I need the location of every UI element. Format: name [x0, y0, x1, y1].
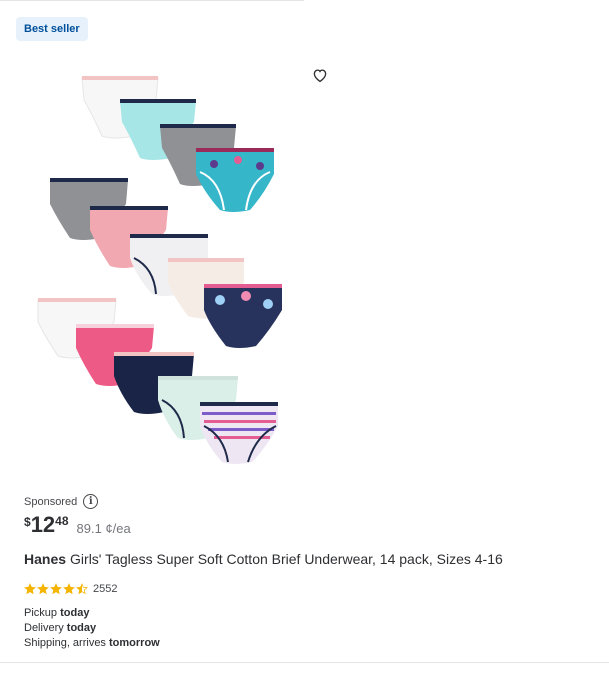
star-icon: [63, 583, 75, 595]
product-name: Girls' Tagless Super Soft Cotton Brief U…: [70, 551, 503, 567]
currency-symbol: $: [24, 515, 31, 529]
sponsored-label: Sponsored: [24, 495, 78, 508]
review-count: 2552: [93, 583, 118, 595]
star-icon: [76, 583, 88, 595]
brief-teal-print: [196, 148, 274, 212]
sponsored-row: Sponsored i: [24, 494, 99, 509]
bottom-divider: [0, 662, 609, 663]
price-whole: 12: [30, 512, 56, 537]
star-rating: [24, 583, 88, 595]
fulfillment-info: Pickup today Delivery today Shipping, ar…: [24, 606, 160, 651]
product-title[interactable]: Hanes Girls' Tagless Super Soft Cotton Br…: [24, 551, 503, 567]
star-icon: [24, 583, 36, 595]
heart-outline-icon[interactable]: [311, 66, 329, 84]
unit-price: 89.1 ¢/ea: [76, 521, 131, 536]
brief-striped: [200, 402, 278, 464]
price: $ 12 48 89.1 ¢/ea: [24, 512, 131, 538]
rating-row: 2552: [24, 583, 117, 595]
info-icon[interactable]: i: [83, 494, 99, 509]
pickup-line: Pickup today: [24, 607, 90, 619]
brief-navy-print: [204, 284, 282, 348]
product-image[interactable]: [24, 64, 294, 474]
top-divider: [0, 0, 304, 1]
best-seller-badge: Best seller: [16, 17, 88, 41]
shipping-line: Shipping, arrives tomorrow: [24, 637, 160, 649]
price-cents: 48: [55, 514, 69, 528]
delivery-line: Delivery today: [24, 622, 97, 634]
product-brand: Hanes: [24, 551, 67, 567]
star-icon: [37, 583, 49, 595]
star-icon: [50, 583, 62, 595]
